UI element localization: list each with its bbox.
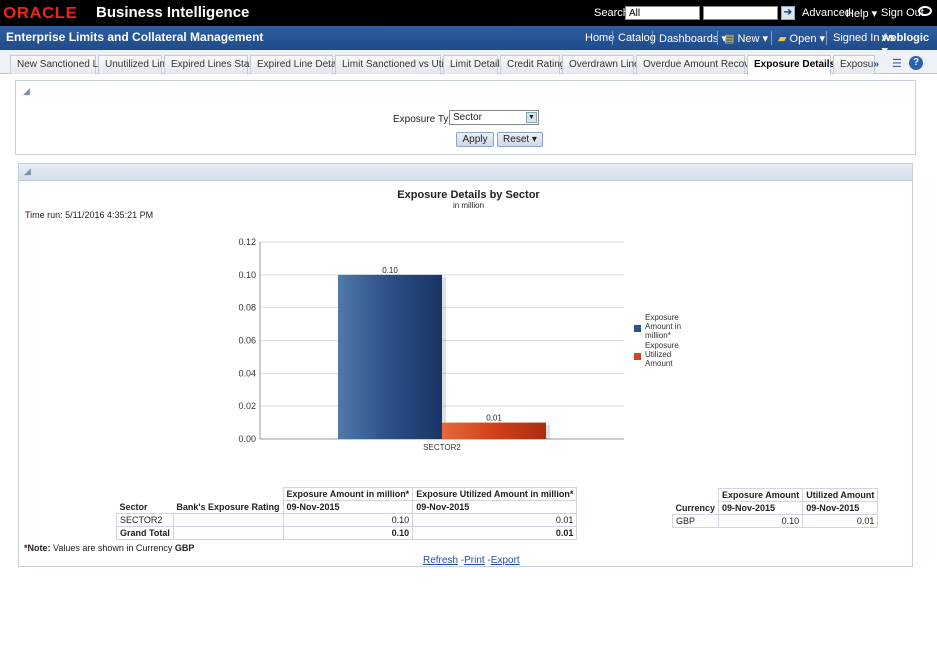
- date-head: 09-Nov-2015: [412, 500, 578, 514]
- note-text: Values are shown in Currency: [50, 543, 175, 553]
- grand-total-row: Grand Total 0.10 0.01: [116, 526, 578, 540]
- grand-total-amount: 0.10: [282, 526, 414, 540]
- help-icon[interactable]: ?: [909, 56, 923, 70]
- note-prefix: *Note:: [24, 543, 51, 553]
- row-head-sector: Sector: [116, 500, 174, 514]
- tab-exposure-more[interactable]: Exposu»: [833, 55, 879, 74]
- col-head-exposure-amount: Exposure Amount in million*: [282, 487, 414, 501]
- open-menu-label: Open ▾: [789, 33, 826, 45]
- currency-cell: GBP: [671, 514, 720, 528]
- tab-credit-rating[interactable]: Credit Rating: [500, 55, 565, 74]
- report-subtitle: in million: [452, 201, 485, 210]
- amount-cell: 0.10: [718, 514, 804, 528]
- col-head-utilized-amount: Utilized Amount: [802, 488, 879, 502]
- date-head: 09-Nov-2015: [282, 500, 414, 514]
- product-name: Business Intelligence: [96, 4, 250, 21]
- home-link[interactable]: Home: [585, 32, 614, 44]
- utilized-cell: 0.01: [802, 514, 879, 528]
- search-input[interactable]: [703, 6, 778, 20]
- chevron-down-icon[interactable]: ▼: [526, 112, 537, 123]
- search-scope-select[interactable]: All: [625, 6, 700, 20]
- new-menu-label: New ▾: [737, 33, 769, 45]
- grand-total-utilized: 0.01: [412, 526, 578, 540]
- open-menu[interactable]: ▰ Open ▾: [778, 32, 825, 45]
- export-link[interactable]: Export: [491, 555, 520, 566]
- sector-cell: SECTOR2: [116, 513, 174, 527]
- more-tabs-icon: »: [873, 59, 879, 70]
- tab-expired-lines-status[interactable]: Expired Lines Status: [164, 55, 263, 74]
- tab-exposure-details[interactable]: Exposure Details: [747, 55, 835, 75]
- collapse-report-icon[interactable]: ◢: [24, 166, 31, 177]
- row-head-currency: Currency: [672, 501, 719, 515]
- rating-cell: [172, 513, 284, 527]
- report-panel-header: [19, 164, 912, 181]
- time-run: Time run: 5/11/2016 4:35:21 PM: [25, 210, 154, 220]
- folder-icon: ▰: [778, 33, 787, 45]
- new-menu[interactable]: ▤ New ▾: [724, 32, 768, 45]
- help-menu[interactable]: Help ▾: [846, 7, 877, 20]
- oracle-logo: ORACLE: [3, 5, 78, 22]
- tab-exposure-more-label: Exposu: [840, 59, 874, 70]
- col-head-exposure-amount: Exposure Amount: [718, 488, 804, 502]
- search-label: Search: [594, 7, 629, 19]
- currency-exposure-table: Exposure Amount Utilized Amount Currency…: [671, 488, 879, 528]
- accessibility-ring-icon[interactable]: [918, 6, 932, 16]
- dashboard-tabs: New Sanctioned Limit Unutilized Limit Ex…: [0, 50, 937, 75]
- tab-limit-details[interactable]: Limit Details: [443, 55, 504, 74]
- report-links: Refresh -Print -Export: [423, 555, 520, 566]
- refresh-link[interactable]: Refresh: [423, 555, 458, 566]
- sector-exposure-table: Exposure Amount in million* Exposure Uti…: [116, 487, 578, 540]
- date-head: 09-Nov-2015: [718, 501, 804, 515]
- catalog-link[interactable]: Catalog: [618, 32, 656, 44]
- search-go-icon[interactable]: ➔: [781, 6, 795, 20]
- app-header: Enterprise Limits and Collateral Managem…: [0, 26, 937, 57]
- table-row: GBP 0.10 0.01: [671, 514, 879, 528]
- page-options-icon[interactable]: ☰: [892, 57, 902, 70]
- tab-expired-line-details[interactable]: Expired Line Details: [250, 55, 346, 74]
- top-bar: ORACLE Business Intelligence Search All …: [0, 0, 937, 26]
- date-head: 09-Nov-2015: [802, 501, 879, 515]
- table-row: SECTOR2 0.10 0.01: [116, 513, 578, 527]
- exposure-type-select[interactable]: Sector ▼: [449, 110, 539, 125]
- tab-overdrawn-lines[interactable]: Overdrawn Lines: [562, 55, 645, 74]
- collapse-prompt-icon[interactable]: ◢: [23, 86, 30, 97]
- tab-overdue-amount-recovery[interactable]: Overdue Amount Recovery: [636, 55, 763, 74]
- amount-cell: 0.10: [282, 513, 414, 527]
- advanced-link[interactable]: Advanced: [802, 7, 851, 19]
- currency-note: *Note: Values are shown in Currency GBP: [24, 543, 194, 553]
- tab-new-sanctioned-limit[interactable]: New Sanctioned Limit: [10, 55, 114, 74]
- grand-total-label: Grand Total: [116, 526, 174, 540]
- dashboard-title: Enterprise Limits and Collateral Managem…: [6, 30, 264, 44]
- tab-limit-sanctioned-vs-utilized[interactable]: Limit Sanctioned vs Utilized: [335, 55, 464, 74]
- utilized-cell: 0.01: [412, 513, 578, 527]
- note-currency: GBP: [174, 543, 195, 553]
- new-doc-icon: ▤: [724, 33, 735, 45]
- exposure-type-value: Sector: [453, 112, 482, 123]
- reset-button[interactable]: Reset ▾: [497, 132, 543, 147]
- col-head-utilized-amount: Exposure Utilized Amount in million*: [412, 487, 578, 501]
- row-head-rating: Bank's Exposure Rating: [173, 500, 284, 514]
- print-link[interactable]: Print: [464, 555, 485, 566]
- report-title: Exposure Details by Sector: [397, 189, 540, 201]
- apply-button[interactable]: Apply: [456, 132, 494, 147]
- tab-unutilized-limit[interactable]: Unutilized Limit: [98, 55, 173, 74]
